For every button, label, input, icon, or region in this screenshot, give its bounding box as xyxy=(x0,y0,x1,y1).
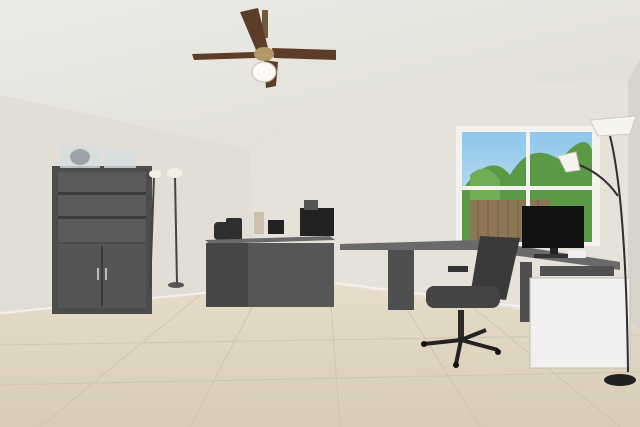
room-scene xyxy=(0,0,640,427)
home-office-photo xyxy=(0,0,640,427)
bookshelf-cabinet xyxy=(52,146,152,314)
